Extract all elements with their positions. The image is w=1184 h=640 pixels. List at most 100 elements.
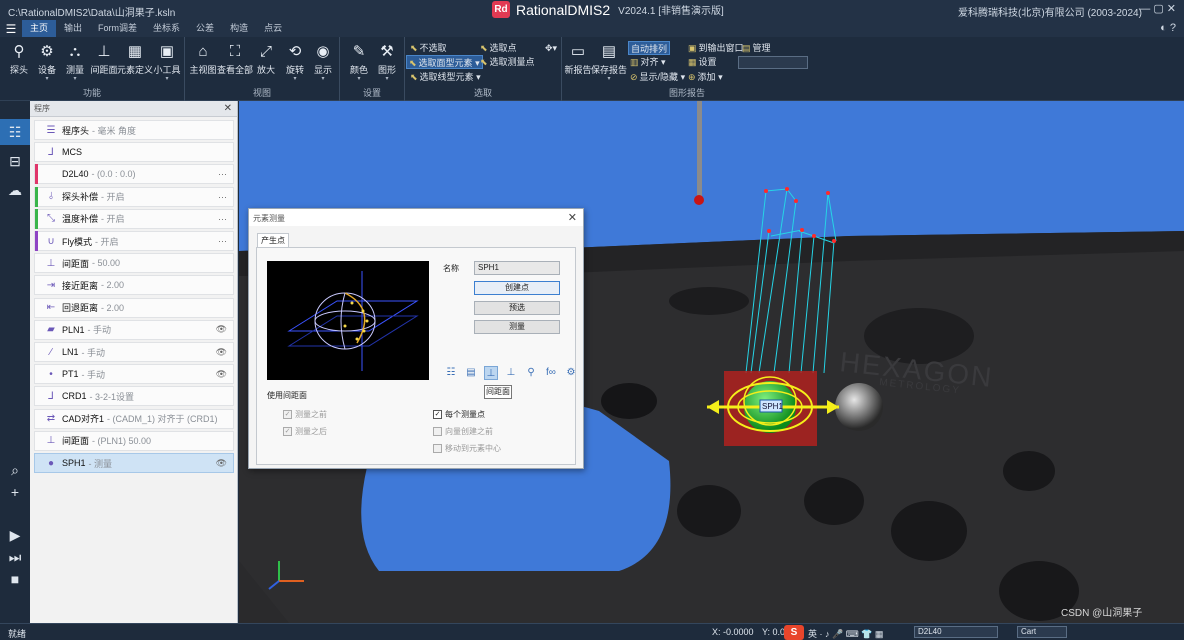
before-measure-checkbox[interactable]: ✓ 测量之前 [283,409,327,420]
probe-select[interactable]: D2L40 [914,626,998,638]
program-item[interactable]: ▰ PLN1- 手动 👁 [34,319,234,340]
move-to-center-checkbox[interactable]: 移动到元素中心 [433,443,501,454]
report-settings-option[interactable]: ▦ 设置 [686,55,719,69]
select-surface-option[interactable]: ⬉ 选取面型元素 ▾ [406,55,483,69]
new-report-button[interactable]: ▭ 新报告 [564,41,592,76]
no-select-option[interactable]: ⬉ 不选取 [408,41,449,55]
to-output-window-option[interactable]: ▣ 到输出窗口 [686,41,746,55]
program-item[interactable]: ∕ LN1- 手动 👁 [34,342,234,362]
home-view-button[interactable]: ⌂ 主视图 [189,41,217,76]
program-item-icon: ⇤ [46,302,56,314]
create-points-button[interactable]: 创建点 [474,281,560,295]
program-item[interactable]: ☰ 程序头 - 毫米 角度 [34,120,234,140]
probe-icon[interactable]: ⚙ [564,366,578,380]
reference-sphere [835,383,883,431]
name-field[interactable]: SPH1 [474,261,560,275]
program-item-menu-icon[interactable]: ··· [218,169,227,179]
each-point-checkbox[interactable]: ✓ 每个测量点 [433,409,485,420]
align-option[interactable]: ▥ 对齐 ▾ [628,55,668,69]
program-list-icon[interactable]: ☷ [0,119,30,145]
program-item[interactable]: ⇄ CAD对齐1- (CADM_1) 对齐于 (CRD1) [34,408,234,429]
tab-construct[interactable]: 构造 [222,20,256,37]
program-item[interactable]: ⇤ 回退距离 - 2.00 [34,297,234,318]
tab-pointcloud[interactable]: 点云 [256,20,290,37]
status-bar-indicator [35,409,38,429]
cloud-icon[interactable]: ☁ [0,177,30,203]
preview-button[interactable]: 预选 [474,301,560,315]
display-button[interactable]: ◉ 显示 ▾ [309,41,337,82]
select-measured-point-option[interactable]: ⬉ 选取测量点 [478,55,537,69]
tab-tolerance[interactable]: 公差 [188,20,222,37]
window-controls[interactable]: — ▢ ✕ [1139,2,1176,15]
ime-logo-icon[interactable]: S [784,625,804,640]
program-item-menu-icon[interactable]: 👁 [216,369,227,380]
measure-button[interactable]: 测量 [474,320,560,334]
probe-tip [694,195,704,205]
program-item-menu-icon[interactable]: 👁 [216,347,227,358]
close-icon[interactable]: ✕ [568,211,577,224]
tab-output[interactable]: 输出 [56,20,90,37]
program-item-desc: - 50.00 [92,258,121,269]
tree-view-icon[interactable]: ⊟ [0,148,30,174]
tab-generate-points[interactable]: 产生点 [257,233,289,247]
program-item-menu-icon[interactable]: ··· [218,236,227,246]
probe-orient-icon[interactable]: ⚲ [524,366,538,380]
select-point-option[interactable]: ⬉ 选取点 [478,41,519,55]
program-item[interactable]: ∪ Fly模式 - 开启 ··· [34,231,234,251]
save-report-button[interactable]: ▤ 保存报告 ▾ [591,41,627,82]
hamburger-menu-icon[interactable]: ☰ [0,22,22,36]
ime-toolbar[interactable]: 英 · ♪ 🎤 ⌨ 👕 ▦ [808,627,883,640]
fdo-icon[interactable]: f∞ [544,366,558,380]
add-icon[interactable]: + [0,479,30,505]
program-item[interactable]: D2L40- (0.0 : 0.0) ··· [34,164,234,185]
coord-system-select[interactable]: Cart [1017,626,1067,638]
dialog-icon-toolbar: ☷ ▤ ⊥ ⊥ ⚲ f∞ ⚙ [444,366,578,380]
stop-icon[interactable]: ■ [0,566,30,592]
program-item[interactable]: ⊥ 间距面 - (PLN1) 50.00 [34,430,234,451]
before-vector-checkbox[interactable]: 向量创建之前 [433,426,493,437]
feature-define-icon: ▦ [127,43,143,60]
feature-define-button[interactable]: ▦ 元素定义 [117,41,153,76]
clearance-plane-icon[interactable]: ⊥ [484,366,498,380]
program-item[interactable]: ⫰ 探头补偿 - 开启 ··· [34,186,234,207]
program-item-menu-icon[interactable]: ··· [218,214,227,224]
select-extra-icon[interactable]: ✥▾ [543,41,559,55]
approach-icon[interactable]: ⊥ [504,366,518,380]
select-line-option[interactable]: ⬉ 选取线型元素 ▾ [408,70,483,84]
point-list-icon[interactable]: ☷ [444,366,458,380]
show-hide-option[interactable]: ⊘ 显示/隐藏 ▾ [628,70,687,84]
program-item-desc: - 开启 [101,214,125,225]
program-item[interactable]: ⅃ MCS [34,142,234,163]
program-item-menu-icon[interactable]: ··· [218,192,227,202]
ribbon-group-graphic-report: ▭ 新报告 ▤ 保存报告 ▾ 自动排列 ▥ 对齐 ▾ ⊘ 显示/隐藏 ▾ ▣ 到输出窗口 ▦… [562,37,812,101]
status-bar-indicator [35,431,38,451]
tab-coordinate[interactable]: 坐标系 [145,20,188,37]
settings-icon: ▦ [688,57,697,67]
program-item-menu-icon[interactable]: 👁 [216,324,227,335]
clearance-plane-button[interactable]: ⊥ 间距面 [90,41,118,76]
palette-icon: ✎ [352,43,366,60]
program-item[interactable]: ⤡ 温度补偿 - 开启 ··· [34,208,234,229]
program-item-name: CAD对齐1 [62,414,105,425]
status-bar-indicator [35,275,38,295]
program-item[interactable]: ⅃ CRD1- 3-2-1设置 [34,386,234,407]
theme-help-controls[interactable]: ◐ ? [1160,22,1176,34]
program-item[interactable]: ⊥ 间距面 - 50.00 [34,253,234,274]
graphics-button[interactable]: ⚒ 图形 ▾ [373,41,401,82]
close-icon[interactable]: ✕ [224,101,232,117]
auto-arrange-option[interactable]: 自动排列 [628,41,671,55]
program-item-menu-icon[interactable]: 👁 [216,458,227,469]
tools-button[interactable]: ▣ 小工具 ▾ [153,41,181,82]
report-combo[interactable] [738,56,808,69]
manage-option[interactable]: ▤ 管理 [740,41,773,55]
tab-home[interactable]: 主页 [22,20,57,37]
tab-form[interactable]: Form调差 [90,20,145,37]
add-option[interactable]: ⊕ 添加 ▾ [686,70,725,84]
view-all-button[interactable]: ⛶ 查看全部 [217,41,253,76]
after-measure-checkbox[interactable]: ✓ 测量之后 [283,426,327,437]
program-item[interactable]: • PT1- 手动 👁 [34,364,234,385]
status-bar-indicator [35,120,38,140]
table-icon[interactable]: ▤ [464,366,478,380]
program-item[interactable]: ● SPH1- 测量 👁 [34,453,234,473]
program-item[interactable]: ⇥ 接近距离 - 2.00 [34,275,234,296]
